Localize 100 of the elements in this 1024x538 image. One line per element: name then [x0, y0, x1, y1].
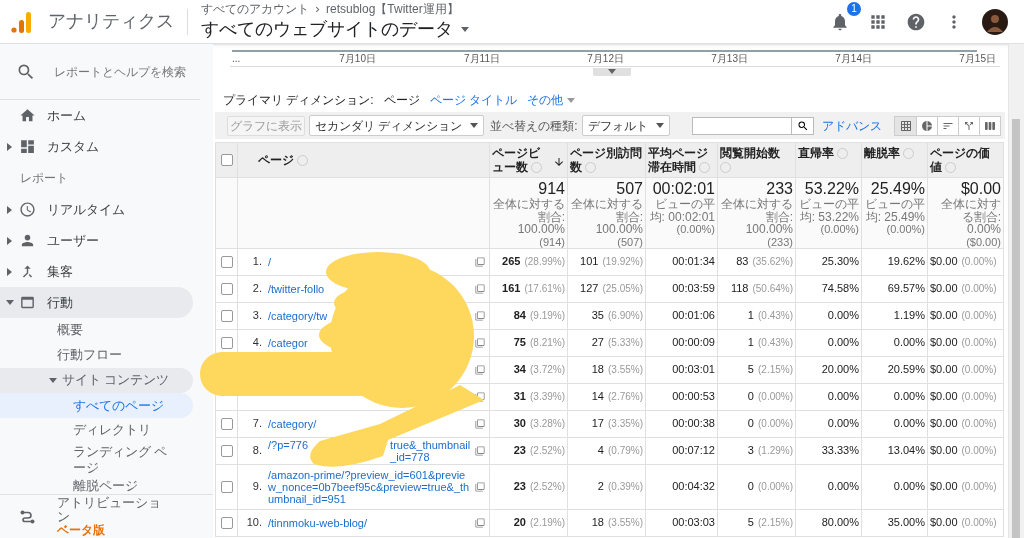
popout-icon[interactable]	[475, 364, 485, 375]
sort-type-dropdown[interactable]: デフォルト	[581, 115, 670, 136]
view-button[interactable]	[895, 116, 916, 135]
page-link[interactable]: /category/tw	[268, 309, 328, 322]
avatar[interactable]	[982, 8, 1008, 35]
checkbox[interactable]	[220, 255, 233, 268]
checkbox[interactable]	[220, 444, 233, 457]
metric-percent: (8.21%)	[530, 337, 565, 349]
view-button[interactable]	[979, 116, 1000, 135]
metric-value: 161	[502, 282, 521, 295]
nav-item[interactable]: リアルタイム	[0, 194, 193, 225]
expand-arrow-icon[interactable]	[6, 236, 13, 245]
popout-icon[interactable]	[475, 481, 485, 492]
column-header[interactable]: ページ	[258, 153, 309, 167]
help-icon[interactable]	[906, 11, 926, 32]
metric-percent: (2.52%)	[530, 445, 565, 457]
nav-item[interactable]: 離脱ページ	[73, 478, 177, 494]
page-link[interactable]: /amazon-prime/?preview_id=601&preview_nonce=0b7beef95c&preview=true&_thumbnail_id=951	[268, 468, 471, 505]
bell-icon[interactable]	[830, 11, 850, 32]
chart-toggle[interactable]	[593, 68, 631, 76]
page-link[interactable]: /	[268, 255, 272, 268]
metric-value: 13.04%	[887, 444, 925, 457]
popout-icon[interactable]	[475, 418, 485, 429]
metric-value: $0.00	[930, 480, 958, 493]
nav-item[interactable]: 行動フロー	[57, 346, 122, 365]
checkbox[interactable]	[220, 336, 233, 349]
axis-label: 7月12日	[586, 52, 624, 66]
expand-arrow-icon[interactable]	[6, 142, 13, 151]
metric-percent: (5.33%)	[608, 337, 643, 349]
metric-percent: (0.00%)	[961, 364, 997, 376]
metric-percent: (25.05%)	[602, 283, 643, 295]
checkbox[interactable]	[220, 309, 233, 322]
dimension-option[interactable]: ページ	[383, 91, 420, 109]
metric-value: 0.00%	[827, 480, 859, 493]
expand-arrow-icon[interactable]	[49, 377, 57, 384]
checkbox[interactable]	[220, 282, 233, 295]
nav-item[interactable]: サイト コンテンツ	[0, 368, 193, 393]
popout-icon[interactable]	[475, 445, 485, 456]
nav-item[interactable]: ランディング ページ	[73, 444, 177, 476]
metric-value: 101	[580, 255, 599, 268]
page-link[interactable]: true&_thumbnail_id=778	[390, 438, 471, 463]
nav-item[interactable]: ユーザー	[0, 225, 193, 256]
metric-value: 0.00%	[893, 390, 925, 403]
sort-type-label: 並べ替えの種類:	[490, 117, 578, 135]
metric-value: 84	[513, 309, 526, 322]
nav-item[interactable]: 集客	[0, 256, 193, 287]
page-link[interactable]: /tinnmoku-web-blog/	[268, 516, 368, 529]
view-button[interactable]	[958, 116, 979, 135]
beta-label: ベータ版	[57, 524, 106, 537]
secondary-dimension-dropdown[interactable]: セカンダリ ディメンション	[309, 115, 485, 136]
checkbox[interactable]	[220, 480, 233, 493]
breadcrumb-link[interactable]: すべてのアカウント	[201, 2, 309, 17]
page-link[interactable]: /category/	[268, 417, 317, 430]
page-link[interactable]: /categor	[268, 336, 308, 349]
advanced-link[interactable]: アドバンス	[822, 116, 882, 135]
checkbox[interactable]	[220, 417, 233, 430]
nav-item[interactable]: 概要	[57, 321, 83, 340]
page-link[interactable]: /?p=776	[268, 438, 309, 463]
metric-value: 00:00:53	[672, 390, 715, 403]
nav-item[interactable]: ディレクトリ	[73, 422, 177, 438]
row-number: 2.	[251, 281, 263, 297]
popout-icon[interactable]	[475, 337, 485, 348]
view-button[interactable]	[916, 116, 937, 135]
row-number: 10.	[245, 515, 263, 531]
page-link[interactable]: /twitter-follo	[268, 282, 325, 295]
metric-value: 2	[597, 480, 604, 493]
pie-chart-icon	[921, 119, 933, 132]
nav-item[interactable]: ホーム	[0, 100, 193, 131]
metric-value: 20.59%	[887, 363, 925, 376]
metric-percent: (6.90%)	[608, 310, 643, 322]
popout-icon[interactable]	[475, 310, 485, 321]
search-button[interactable]	[792, 116, 814, 135]
nav-item[interactable]: アトリビューション	[57, 496, 162, 524]
metric-percent: (0.00%)	[961, 256, 997, 268]
expand-arrow-icon[interactable]	[6, 205, 13, 214]
popout-icon[interactable]	[475, 517, 485, 528]
expand-arrow-icon[interactable]	[5, 299, 14, 306]
checkbox[interactable]	[220, 154, 233, 166]
metric-value: 0	[747, 480, 754, 493]
search-field[interactable]: レポートとヘルプを検索	[54, 62, 186, 81]
total-note: 全体に対する割合: 100.00%	[720, 198, 793, 236]
metric-value: 265	[502, 255, 521, 268]
columns-icon	[984, 119, 996, 132]
dimension-option[interactable]: ページ タイトル	[429, 91, 517, 109]
metric-value: 5	[747, 363, 754, 376]
expand-arrow-icon[interactable]	[6, 267, 13, 276]
nav-item[interactable]: 行動	[0, 287, 193, 318]
metric-value: 0.00%	[827, 309, 859, 322]
popout-icon[interactable]	[475, 283, 485, 294]
scrollbar-thumb[interactable]	[1012, 119, 1020, 538]
nav-item[interactable]: カスタム	[0, 131, 193, 162]
view-button[interactable]	[937, 116, 958, 135]
dimension-option[interactable]: その他	[527, 91, 575, 109]
view-selector[interactable]: すべてのウェブサイトのデータ	[201, 17, 469, 41]
checkbox[interactable]	[220, 516, 233, 529]
total-note: ビューの平均: 53.22%	[798, 198, 859, 223]
breadcrumb-link[interactable]: retsublog【Twitter運用】	[326, 2, 459, 17]
filter-field[interactable]	[692, 116, 792, 135]
popout-icon[interactable]	[475, 256, 485, 267]
metric-percent: (0.00%)	[961, 517, 997, 529]
